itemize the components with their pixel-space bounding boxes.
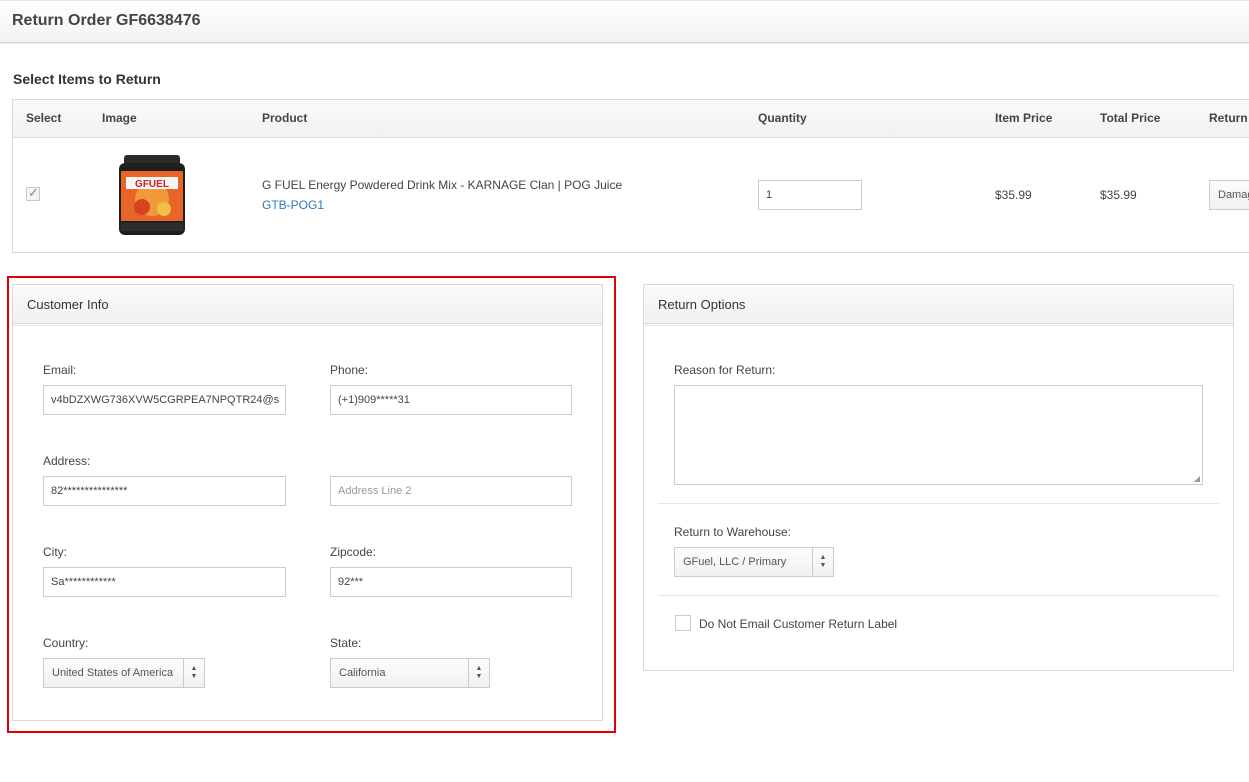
address-label: Address:: [43, 454, 91, 468]
country-label: Country:: [43, 636, 89, 650]
customer-info-panel: Customer Info Email: v4bDZXWG736XVW5CGRP…: [12, 284, 603, 721]
product-sku-link[interactable]: GTB-POG1: [262, 198, 324, 212]
warehouse-value: GFuel, LLC / Primary: [683, 556, 787, 568]
no-email-checkbox[interactable]: [675, 615, 691, 631]
item-select-checkbox[interactable]: ✓: [26, 185, 40, 201]
city-label: City:: [43, 545, 67, 559]
return-options-panel: Return Options Reason for Return: ◢ Retu…: [643, 284, 1234, 671]
state-select[interactable]: California ▲ ▼: [330, 658, 490, 688]
check-icon: ✓: [28, 185, 39, 200]
sort-arrows-icon: ▲ ▼: [183, 659, 204, 687]
items-table-header: Select Image Product Quantity Item Price…: [13, 100, 1249, 138]
divider: [658, 503, 1219, 504]
sort-arrows-icon: ▲ ▼: [812, 548, 833, 576]
page-title: Return Order GF6638476: [12, 12, 201, 29]
reason-label: Reason for Return:: [674, 363, 776, 377]
customer-info-body: Email: v4bDZXWG736XVW5CGRPEA7NPQTR24@s P…: [13, 325, 602, 720]
return-options-body: Reason for Return: ◢ Return to Warehouse…: [644, 325, 1233, 670]
warehouse-label: Return to Warehouse:: [674, 525, 791, 539]
page-header: Return Order GF6638476: [0, 0, 1249, 43]
email-field[interactable]: v4bDZXWG736XVW5CGRPEA7NPQTR24@s: [43, 385, 286, 415]
items-section-title: Select Items to Return: [13, 71, 161, 87]
column-header-select: Select: [26, 111, 62, 125]
column-header-total-price: Total Price: [1100, 111, 1161, 125]
quantity-input[interactable]: 1: [758, 180, 862, 210]
reason-textarea[interactable]: ◢: [674, 385, 1203, 485]
column-header-image: Image: [102, 111, 137, 125]
phone-label: Phone:: [330, 363, 369, 377]
product-image: GFUEL: [119, 155, 185, 235]
address-line2-field[interactable]: Address Line 2: [330, 476, 572, 506]
svg-text:GFUEL: GFUEL: [135, 179, 169, 190]
sort-arrows-icon: ▲ ▼: [468, 659, 489, 687]
warehouse-select[interactable]: GFuel, LLC / Primary ▲ ▼: [674, 547, 834, 577]
return-options-header: Return Options: [644, 285, 1233, 324]
phone-field[interactable]: (+1)909*****31: [330, 385, 572, 415]
return-reason-select[interactable]: Damag: [1209, 180, 1249, 210]
customer-info-header: Customer Info: [13, 285, 602, 324]
divider: [658, 595, 1219, 596]
city-field[interactable]: Sa************: [43, 567, 286, 597]
customer-info-title: Customer Info: [27, 297, 109, 312]
zipcode-field[interactable]: 92***: [330, 567, 572, 597]
product-name: G FUEL Energy Powdered Drink Mix - KARNA…: [262, 178, 623, 192]
zipcode-label: Zipcode:: [330, 545, 377, 559]
state-label: State:: [330, 636, 362, 650]
column-header-item-price: Item Price: [995, 111, 1053, 125]
column-header-return: Return: [1209, 111, 1248, 125]
country-select[interactable]: United States of America ▲ ▼: [43, 658, 205, 688]
column-header-product: Product: [262, 111, 308, 125]
return-options-title: Return Options: [658, 297, 746, 312]
country-value: United States of America: [52, 667, 174, 679]
item-price: $35.99: [995, 188, 1032, 202]
state-value: California: [339, 667, 386, 679]
column-header-quantity: Quantity: [758, 111, 807, 125]
resize-grip-icon[interactable]: ◢: [1194, 474, 1200, 483]
no-email-label: Do Not Email Customer Return Label: [699, 617, 898, 631]
items-table: Select Image Product Quantity Item Price…: [12, 99, 1249, 253]
total-price: $35.99: [1100, 188, 1137, 202]
email-label: Email:: [43, 363, 77, 377]
return-reason-value: Damag: [1218, 189, 1249, 201]
address-line1-field[interactable]: 82***************: [43, 476, 286, 506]
